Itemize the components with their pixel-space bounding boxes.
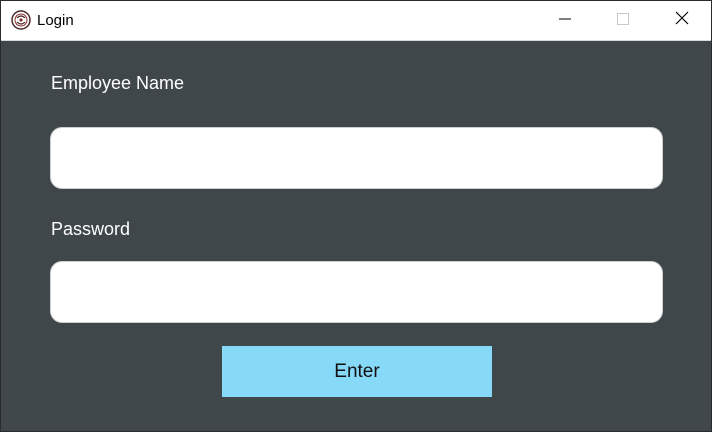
close-icon <box>675 11 689 30</box>
minimize-icon <box>559 12 571 30</box>
password-input[interactable] <box>50 261 663 323</box>
login-window: Login Employee Name Password Enter <box>0 0 712 432</box>
maximize-icon <box>617 12 629 30</box>
enter-button[interactable]: Enter <box>222 346 492 397</box>
close-button[interactable] <box>659 1 705 40</box>
title-bar[interactable]: Login <box>1 1 711 41</box>
window-title: Login <box>37 12 74 29</box>
maximize-button[interactable] <box>600 1 646 40</box>
app-logo-icon <box>11 10 31 30</box>
minimize-button[interactable] <box>542 1 588 40</box>
employee-name-label: Employee Name <box>51 73 185 93</box>
employee-name-input[interactable] <box>50 127 663 189</box>
password-label: Password <box>51 219 131 239</box>
